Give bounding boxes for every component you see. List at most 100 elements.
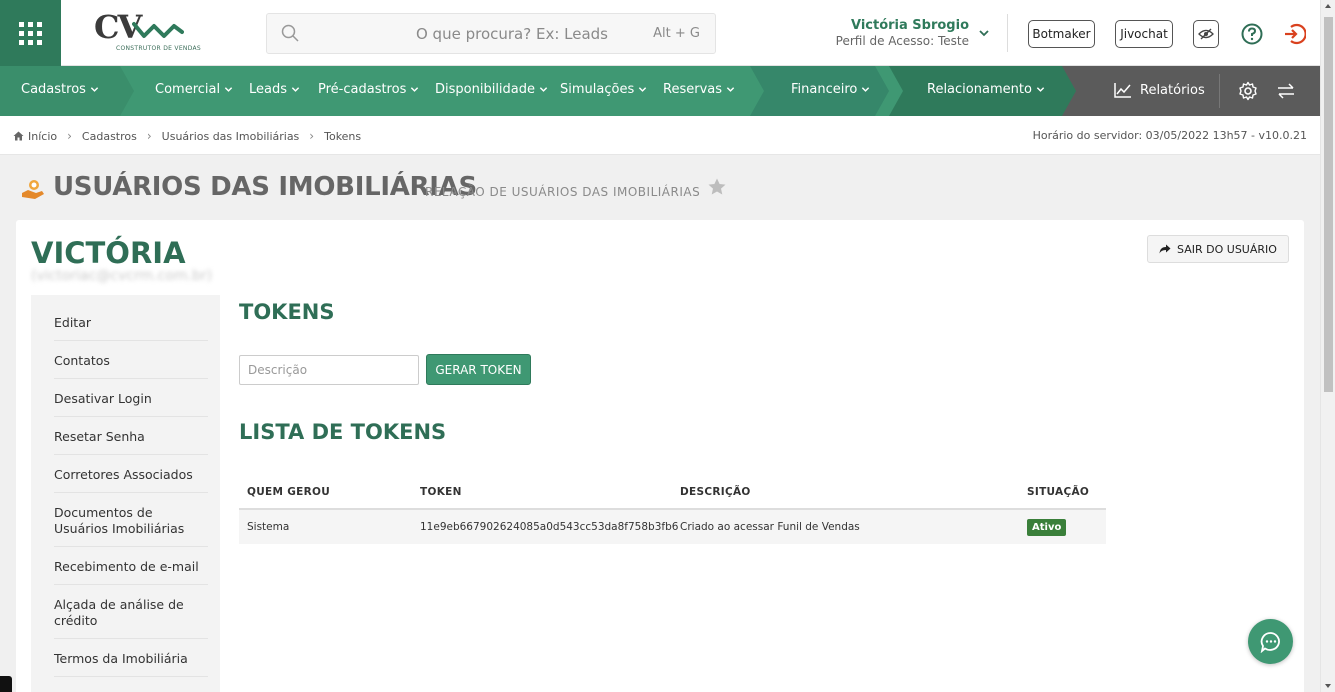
menu-editar[interactable]: Editar — [54, 315, 208, 331]
nav-label: Relatórios — [1140, 82, 1205, 98]
chat-bubble-icon — [1260, 631, 1280, 653]
help-button[interactable] — [1239, 20, 1265, 48]
user-name: Victória Sbrogio — [850, 18, 969, 33]
breadcrumb-usuarios[interactable]: Usuários das Imobiliárias — [162, 130, 300, 143]
top-bar: CV CONSTRUTOR DE VENDAS Alt + G Victória… — [0, 0, 1320, 66]
line-chart-icon — [1114, 83, 1131, 98]
menu-desativar-login[interactable]: Desativar Login — [54, 391, 208, 407]
user-side-menu: Editar Contatos Desativar Login Resetar … — [31, 295, 220, 692]
app-launcher-button[interactable] — [0, 0, 61, 66]
nav-cadastros[interactable]: Cadastros — [21, 82, 99, 97]
nav-disponibilidade[interactable]: Disponibilidade — [435, 82, 548, 97]
logout-button[interactable] — [1281, 20, 1307, 48]
nav-relacionamento[interactable]: Relacionamento — [927, 82, 1045, 97]
search-input[interactable] — [387, 23, 637, 45]
divider — [1219, 74, 1220, 108]
divider — [54, 638, 208, 639]
menu-contatos[interactable]: Contatos — [54, 353, 208, 369]
exit-user-button[interactable]: SAIR DO USUÁRIO — [1147, 235, 1289, 263]
server-time: Horário do servidor: 03/05/2022 13h57 - … — [1032, 129, 1307, 142]
menu-alcada-credito[interactable]: Alçada de análise de crédito — [54, 597, 208, 629]
divider — [54, 584, 208, 585]
divider — [54, 492, 208, 493]
nav-simulacoes[interactable]: Simulações — [560, 82, 647, 97]
scroll-down-arrow-icon[interactable] — [1325, 684, 1331, 688]
chevron-right-icon: › — [309, 129, 315, 143]
chevron-down-icon — [726, 87, 735, 92]
settings-button[interactable] — [1238, 81, 1258, 101]
page-scrollbar[interactable] — [1320, 0, 1335, 692]
breadcrumb: Início › Cadastros › Usuários das Imobil… — [13, 129, 361, 143]
chevron-down-icon — [1036, 87, 1045, 92]
breadcrumb-home[interactable]: Início — [28, 130, 57, 143]
table-cell: Sistema — [247, 521, 290, 533]
chevron-right-icon: › — [67, 129, 72, 143]
menu-documentos[interactable]: Documentos de Usuários Imobiliárias — [54, 505, 208, 537]
column-header: QUEM GEROU — [247, 486, 331, 498]
description-input[interactable] — [239, 355, 419, 385]
nav-label: Simulações — [560, 82, 635, 97]
users-hand-icon — [22, 180, 44, 199]
generate-token-button[interactable]: GERAR TOKEN — [426, 354, 531, 385]
nav-label: Financeiro — [791, 82, 858, 97]
home-icon — [13, 131, 24, 141]
nav-financeiro[interactable]: Financeiro — [791, 82, 870, 97]
nav-label: Pré-cadastros — [318, 82, 407, 97]
chevron-down-icon — [862, 87, 870, 92]
chevron-right-icon: › — [146, 129, 152, 143]
user-display-name: VICTÓRIA — [31, 236, 186, 270]
page-title: USUÁRIOS DAS IMOBILIÁRIAS — [53, 172, 477, 202]
nav-label: Leads — [249, 82, 288, 97]
search-shortcut-hint: Alt + G — [653, 26, 700, 41]
divider — [54, 378, 208, 379]
table-cell: Criado ao acessar Funil de Vendas — [680, 521, 860, 533]
chevron-down-icon — [411, 87, 419, 92]
botmaker-button[interactable]: Botmaker — [1028, 20, 1095, 48]
menu-recebimento-email[interactable]: Recebimento de e-mail — [54, 559, 208, 575]
nav-label: Reservas — [663, 82, 722, 97]
chevron-down-icon — [639, 87, 647, 92]
eye-slash-icon — [1198, 28, 1214, 40]
share-arrow-icon — [1159, 244, 1171, 254]
breadcrumb-bar: Início › Cadastros › Usuários das Imobil… — [0, 116, 1320, 155]
grid-icon — [19, 21, 42, 45]
menu-resetar-senha[interactable]: Resetar Senha — [54, 429, 208, 445]
menu-corretores-associados[interactable]: Corretores Associados — [54, 467, 208, 483]
status-badge: Ativo — [1027, 519, 1067, 536]
logo[interactable]: CV CONSTRUTOR DE VENDAS — [92, 8, 201, 56]
chevron-down-icon — [291, 87, 300, 92]
nav-arrow — [1062, 66, 1076, 116]
logo-subtitle: CONSTRUTOR DE VENDAS — [116, 45, 202, 52]
chevron-down-icon — [224, 87, 233, 92]
breadcrumb-cadastros[interactable]: Cadastros — [82, 130, 137, 143]
chevron-down-icon — [90, 87, 99, 92]
nav-label: Relacionamento — [927, 82, 1032, 97]
nav-label: Comercial — [155, 82, 221, 97]
switch-button[interactable] — [1276, 82, 1296, 100]
divider — [54, 676, 208, 677]
menu-termos-imobiliaria[interactable]: Termos da Imobiliária — [54, 651, 208, 667]
nav-pre-cadastros[interactable]: Pré-cadastros — [318, 82, 419, 97]
divider — [54, 454, 208, 455]
global-search[interactable]: Alt + G — [266, 13, 716, 54]
scroll-up-arrow-icon[interactable] — [1325, 4, 1331, 8]
favorite-star-icon[interactable] — [707, 177, 727, 197]
logo-wave-icon — [132, 22, 184, 38]
column-header: TOKEN — [420, 486, 462, 498]
chat-button[interactable] — [1248, 619, 1293, 664]
user-profile-menu[interactable]: Victória Sbrogio Perfil de Acesso: Teste — [820, 18, 1000, 48]
divider — [54, 546, 208, 547]
jivochat-button[interactable]: Jivochat — [1115, 20, 1173, 48]
column-header: DESCRIÇÃO — [680, 486, 751, 498]
divider — [54, 416, 208, 417]
chevron-down-icon — [539, 87, 548, 92]
nav-leads[interactable]: Leads — [249, 82, 300, 97]
nav-relatorios[interactable]: Relatórios — [1114, 82, 1205, 98]
tokens-title: TOKENS — [239, 300, 335, 324]
privacy-toggle-button[interactable] — [1193, 20, 1219, 48]
nav-comercial[interactable]: Comercial — [155, 82, 233, 97]
chevron-down-icon — [979, 30, 989, 37]
page-subtitle: RELAÇÃO DE USUÁRIOS DAS IMOBILIÁRIAS — [425, 185, 701, 199]
scrollbar-thumb[interactable] — [1324, 17, 1333, 392]
nav-reservas[interactable]: Reservas — [663, 82, 735, 97]
